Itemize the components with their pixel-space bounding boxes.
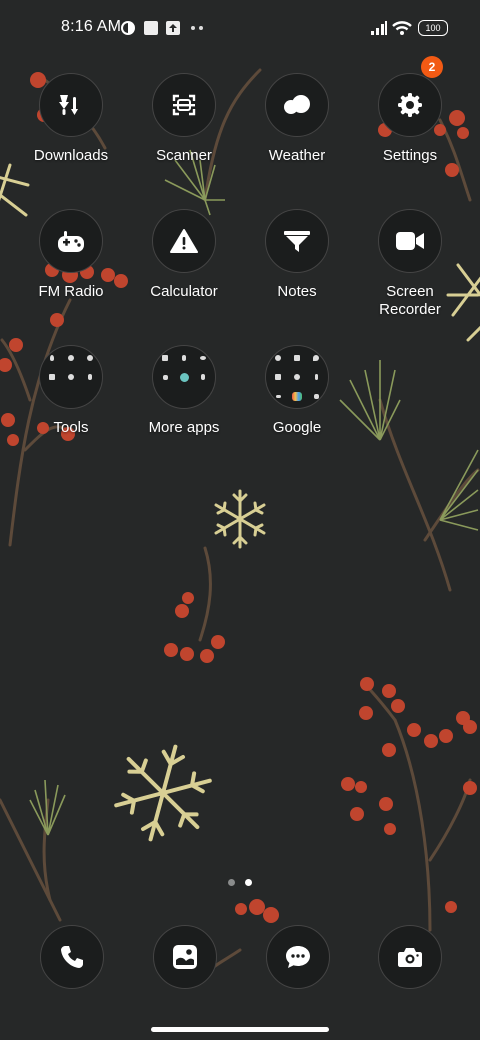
phone-icon	[61, 946, 83, 968]
app-label: Google	[272, 419, 322, 436]
page-indicator-2[interactable]	[245, 879, 252, 886]
dock-gallery-button[interactable]	[153, 925, 217, 989]
app-fm-radio[interactable]: FM Radio	[15, 209, 127, 301]
warning-icon	[170, 229, 198, 253]
battery-level: 100	[425, 23, 441, 33]
app-label: Weather	[268, 147, 326, 164]
home-gesture-bar[interactable]	[151, 1027, 329, 1032]
folder-tools[interactable]: Tools	[15, 345, 127, 437]
video-camera-icon	[396, 232, 424, 250]
folder-icon	[272, 352, 322, 402]
funnel-icon	[284, 231, 310, 252]
folder-google[interactable]: Google	[241, 345, 353, 437]
app-notes[interactable]: Notes	[241, 209, 353, 301]
app-weather[interactable]: Weather	[241, 73, 353, 165]
wifi-icon	[392, 21, 412, 35]
more-dots-icon	[191, 26, 203, 30]
app-label: Notes	[277, 283, 317, 300]
gamepad-icon	[58, 231, 84, 252]
app-calculator[interactable]: Calculator	[128, 209, 240, 301]
app-label: Downloads	[33, 147, 109, 164]
app-label: Settings	[382, 147, 438, 164]
app-scanner[interactable]: Scanner	[128, 73, 240, 165]
status-time: 8:16 AM	[61, 18, 122, 35]
camera-icon	[398, 948, 422, 967]
app-label: Calculator	[150, 283, 218, 300]
message-icon	[286, 946, 310, 968]
app-screen-recorder[interactable]: Screen Recorder	[354, 209, 466, 319]
dock-messages-button[interactable]	[266, 925, 330, 989]
page-indicator-1[interactable]	[228, 879, 235, 886]
gallery-icon	[173, 945, 197, 969]
folder-icon	[46, 352, 96, 402]
app-downloads[interactable]: Downloads	[15, 73, 127, 165]
dock-camera-button[interactable]	[378, 925, 442, 989]
app-settings[interactable]: 2 Settings	[354, 56, 466, 165]
dock-phone-button[interactable]	[40, 925, 104, 989]
app-label: More apps	[148, 419, 220, 436]
square-notification-icon	[144, 21, 158, 35]
status-bar: 8:16 AM 100	[0, 0, 480, 56]
battery-icon: 100	[418, 20, 448, 36]
app-label: FM Radio	[38, 283, 104, 300]
scanner-icon	[172, 94, 196, 116]
signal-icon	[371, 21, 387, 35]
folder-icon	[159, 352, 209, 402]
folder-more-apps[interactable]: More apps	[128, 345, 240, 437]
gear-icon	[398, 93, 422, 117]
app-label: Tools	[53, 419, 89, 436]
upload-icon	[166, 21, 180, 35]
app-label: Scanner	[156, 147, 212, 164]
notification-circle-icon	[121, 21, 135, 35]
notification-badge: 2	[421, 56, 443, 78]
app-label: Screen Recorder	[379, 283, 441, 318]
cloud-icon	[284, 95, 310, 114]
download-icon	[59, 95, 78, 115]
